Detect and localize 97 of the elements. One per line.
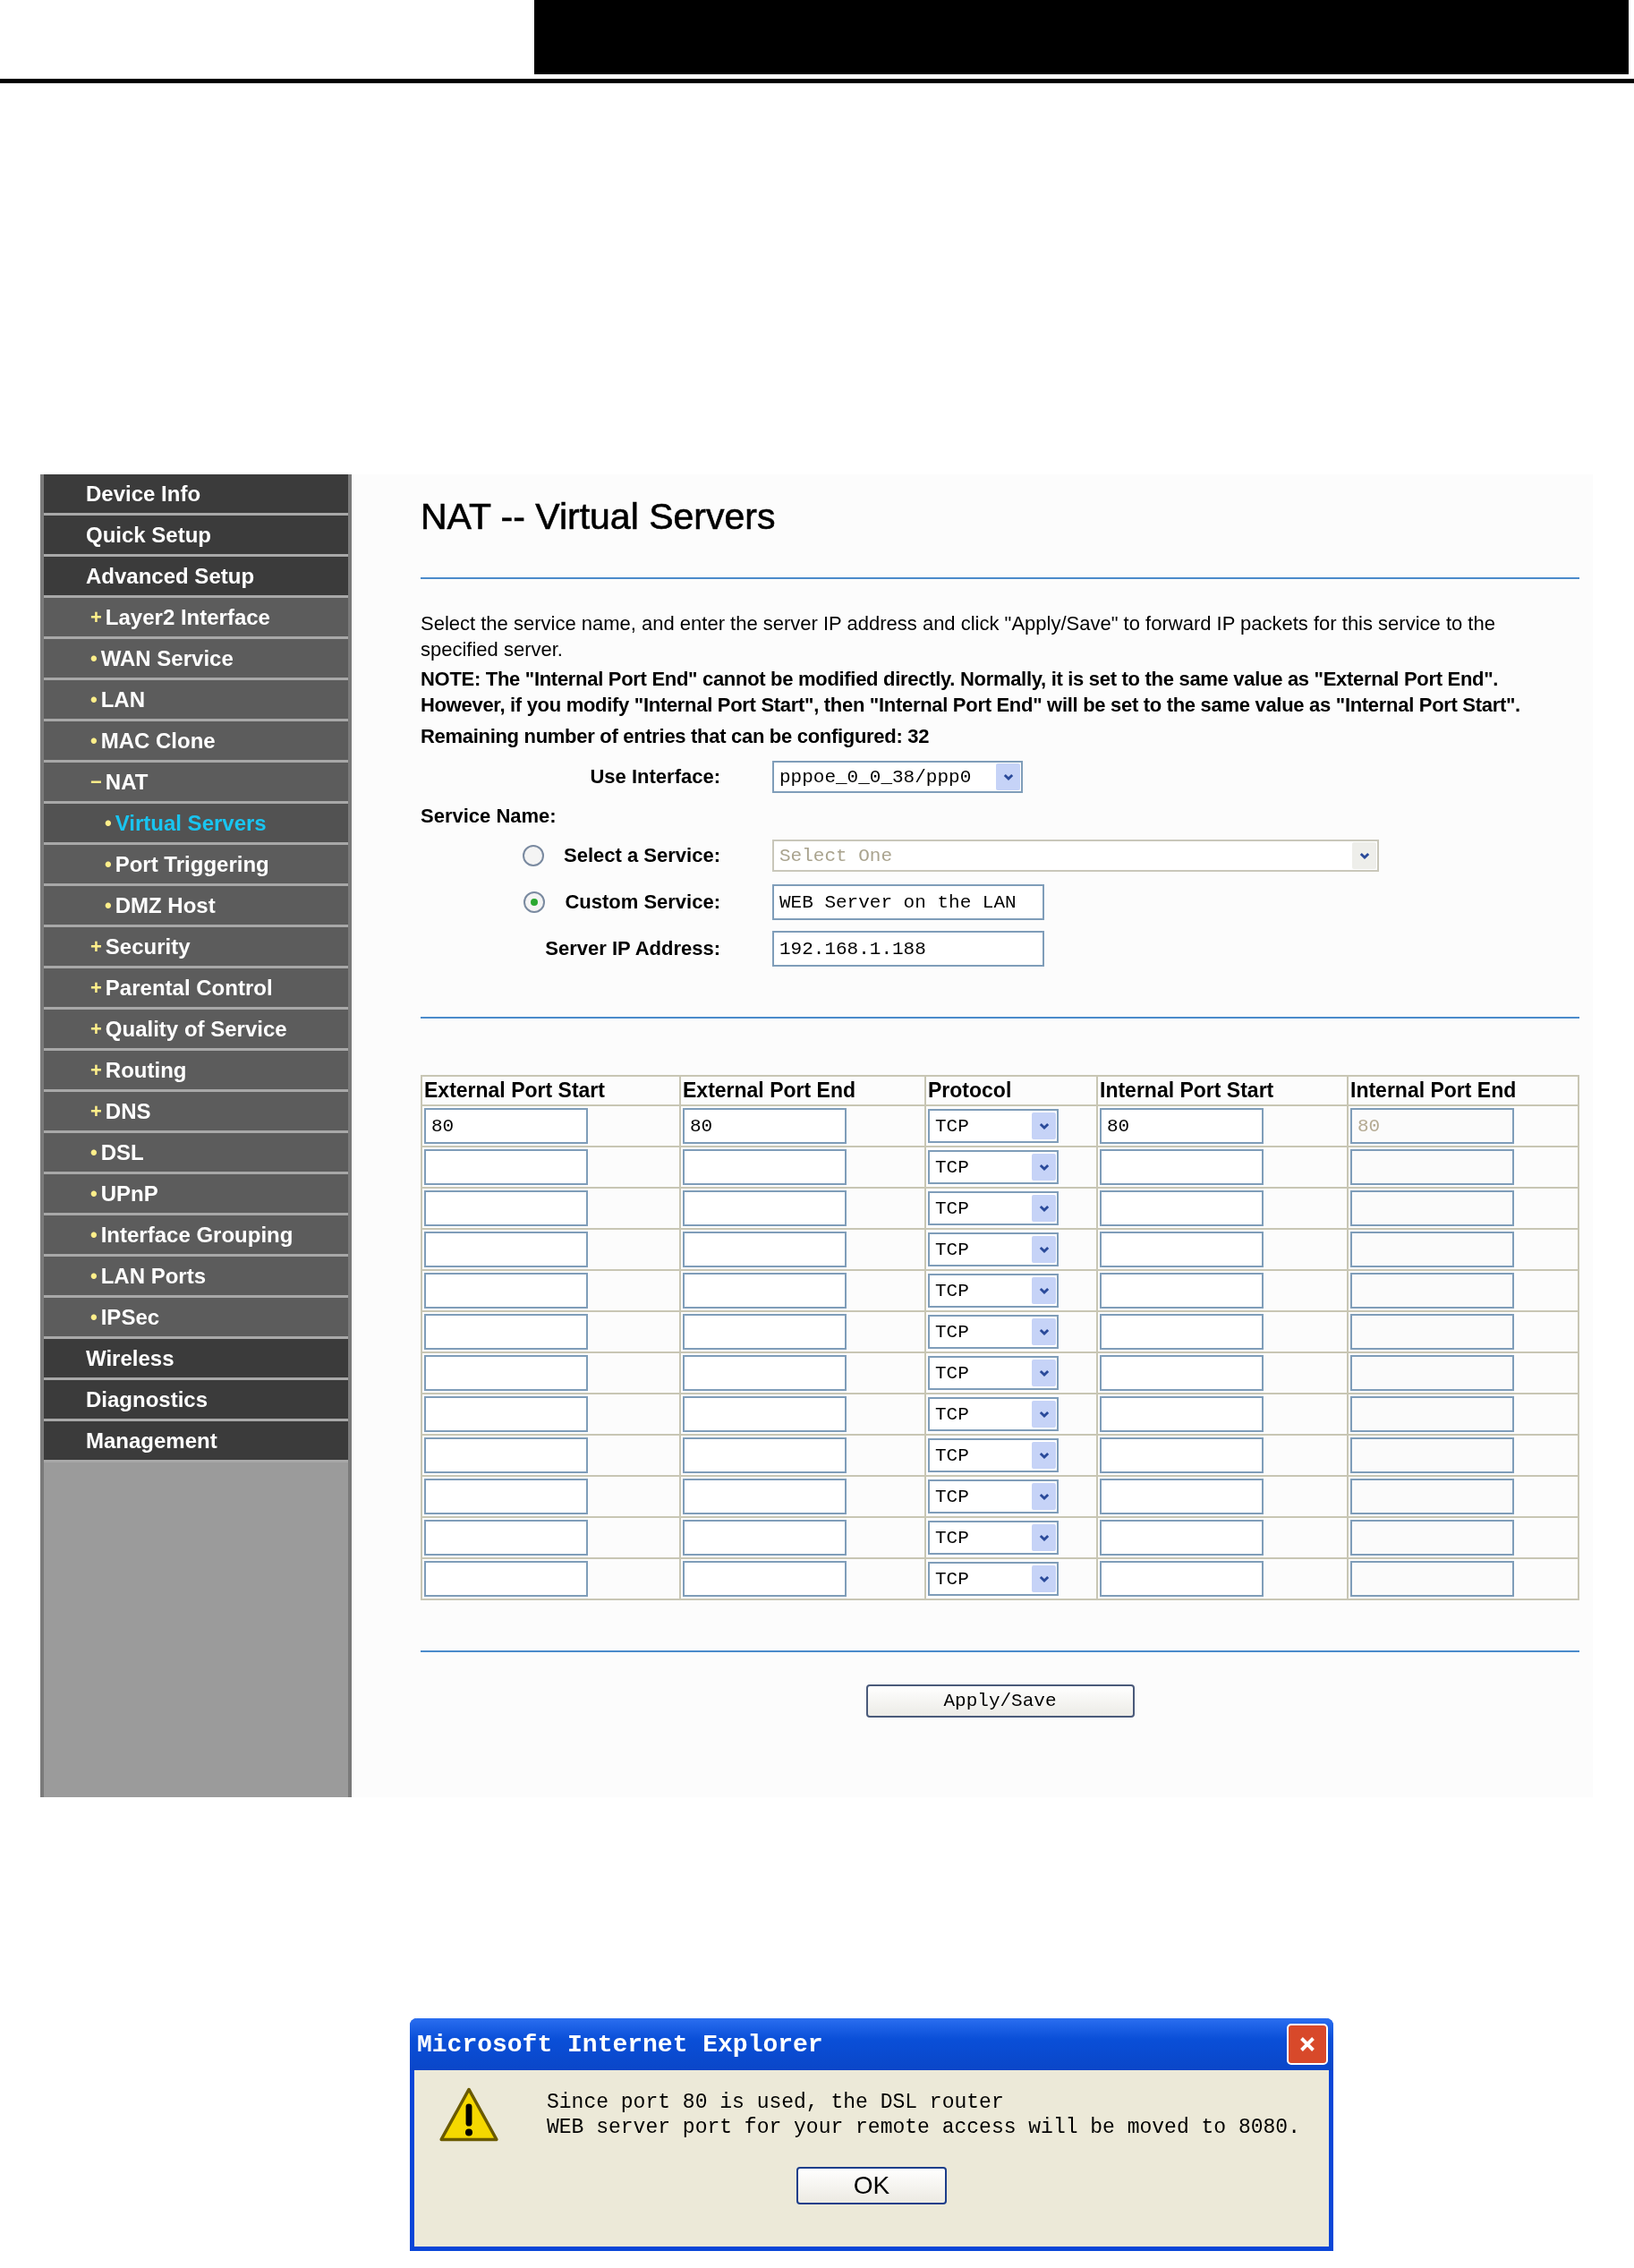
- sidebar-item[interactable]: + Quality of Service: [44, 1010, 348, 1051]
- sidebar-item[interactable]: • LAN: [44, 680, 348, 721]
- sidebar-item[interactable]: • WAN Service: [44, 639, 348, 680]
- port-field[interactable]: [683, 1437, 847, 1473]
- protocol-dropdown[interactable]: TCP: [928, 1150, 1059, 1184]
- port-field[interactable]: [424, 1561, 588, 1597]
- port-field[interactable]: [1100, 1479, 1264, 1514]
- port-field[interactable]: [1100, 1561, 1264, 1597]
- field-label: Use Interface:: [590, 765, 720, 789]
- sidebar-item[interactable]: • Port Triggering: [44, 845, 348, 886]
- apply-save-button[interactable]: Apply/Save: [865, 1684, 1135, 1718]
- column-header: External Port End: [680, 1076, 925, 1105]
- radio-button[interactable]: [523, 891, 546, 913]
- port-field[interactable]: [424, 1149, 588, 1185]
- field-label: Custom Service:: [565, 891, 720, 914]
- port-field[interactable]: [683, 1479, 847, 1514]
- column-header: Internal Port End: [1348, 1076, 1579, 1105]
- port-field[interactable]: 80: [424, 1108, 588, 1144]
- protocol-dropdown[interactable]: TCP: [928, 1315, 1059, 1349]
- warning-icon: [438, 2086, 500, 2144]
- port-field[interactable]: [1100, 1437, 1264, 1473]
- port-field[interactable]: [424, 1232, 588, 1267]
- sidebar-item[interactable]: • DSL: [44, 1133, 348, 1174]
- sidebar-item[interactable]: + Layer2 Interface: [44, 598, 348, 639]
- protocol-dropdown[interactable]: TCP: [928, 1479, 1059, 1513]
- protocol-dropdown[interactable]: TCP: [928, 1109, 1059, 1143]
- port-field[interactable]: [683, 1520, 847, 1556]
- sidebar-item[interactable]: Wireless: [44, 1339, 348, 1380]
- port-field[interactable]: [683, 1561, 847, 1597]
- sidebar-item[interactable]: Device Info: [44, 474, 348, 516]
- port-field[interactable]: [1100, 1396, 1264, 1432]
- port-field[interactable]: [424, 1273, 588, 1309]
- port-field[interactable]: [683, 1190, 847, 1226]
- port-field[interactable]: [683, 1232, 847, 1267]
- sidebar-item[interactable]: Management: [44, 1421, 348, 1462]
- sidebar-item[interactable]: • DMZ Host: [44, 886, 348, 927]
- field-label: Server IP Address:: [545, 937, 720, 960]
- port-field[interactable]: [683, 1314, 847, 1350]
- sidebar-item[interactable]: + DNS: [44, 1092, 348, 1133]
- port-field[interactable]: [683, 1355, 847, 1391]
- port-field[interactable]: 80: [683, 1108, 847, 1144]
- column-header: Protocol: [925, 1076, 1097, 1105]
- sidebar-item[interactable]: Quick Setup: [44, 516, 348, 557]
- port-field[interactable]: [424, 1396, 588, 1432]
- sidebar-item[interactable]: • MAC Clone: [44, 721, 348, 763]
- protocol-dropdown[interactable]: TCP: [928, 1562, 1059, 1596]
- protocol-dropdown[interactable]: TCP: [928, 1191, 1059, 1225]
- sidebar-item[interactable]: • UPnP: [44, 1174, 348, 1215]
- sidebar-item[interactable]: Advanced Setup: [44, 557, 348, 598]
- sidebar-item[interactable]: − NAT: [44, 763, 348, 804]
- column-header: Internal Port Start: [1097, 1076, 1348, 1105]
- port-field[interactable]: [1100, 1149, 1264, 1185]
- port-field[interactable]: [1100, 1190, 1264, 1226]
- port-field[interactable]: [1100, 1520, 1264, 1556]
- page-title: NAT -- Virtual Servers: [421, 495, 777, 539]
- sidebar-item[interactable]: + Parental Control: [44, 968, 348, 1010]
- port-field[interactable]: [1100, 1232, 1264, 1267]
- protocol-dropdown[interactable]: TCP: [928, 1274, 1059, 1308]
- protocol-dropdown[interactable]: TCP: [928, 1438, 1059, 1472]
- description-text: Select the service name, and enter the server IP address and click "Apply/Save" to forward IP packets for this service to the specified server.: [421, 611, 1496, 662]
- protocol-dropdown[interactable]: TCP: [928, 1356, 1059, 1390]
- dialog-title: Microsoft Internet Explorer: [417, 2030, 823, 2059]
- field-label: Select a Service:: [564, 844, 720, 867]
- port-field[interactable]: [424, 1520, 588, 1556]
- section-label: Service Name:: [421, 805, 557, 828]
- sidebar-item[interactable]: • IPSec: [44, 1298, 348, 1339]
- interface-dropdown[interactable]: pppoe_0_0_38/ppp0: [772, 761, 1023, 793]
- custom-service-field[interactable]: WEB Server on the LAN: [772, 884, 1044, 920]
- protocol-dropdown[interactable]: TCP: [928, 1397, 1059, 1431]
- column-header: External Port Start: [421, 1076, 680, 1105]
- protocol-dropdown[interactable]: TCP: [928, 1521, 1059, 1555]
- port-field[interactable]: [424, 1314, 588, 1350]
- close-icon[interactable]: [1287, 2024, 1328, 2065]
- port-field[interactable]: [424, 1355, 588, 1391]
- dialog-message: WEB server port for your remote access will be moved to 8080.: [547, 2115, 1300, 2140]
- port-field[interactable]: [424, 1437, 588, 1473]
- port-field[interactable]: [424, 1190, 588, 1226]
- sidebar-item[interactable]: • LAN Ports: [44, 1257, 348, 1298]
- port-field[interactable]: [1100, 1314, 1264, 1350]
- note-text: NOTE: The "Internal Port End" cannot be modified directly. Normally, it is set to the same value as "External Port End". However, if you modify "Internal Port Start", then "Internal Port End" will be set to the same value as "Internal Port Start".: [421, 667, 1521, 718]
- port-field[interactable]: [683, 1273, 847, 1309]
- remaining-entries-text: Remaining number of entries that can be configured: 32: [421, 725, 931, 748]
- sidebar-item[interactable]: • Virtual Servers: [44, 804, 348, 845]
- protocol-dropdown[interactable]: TCP: [928, 1232, 1059, 1266]
- port-field[interactable]: [1100, 1273, 1264, 1309]
- dialog-message: Since port 80 is used, the DSL router: [547, 2090, 1005, 2115]
- ok-button[interactable]: OK: [796, 2167, 947, 2204]
- ip-address-field[interactable]: 192.168.1.188: [772, 931, 1044, 967]
- port-field[interactable]: [424, 1479, 588, 1514]
- sidebar-item[interactable]: + Routing: [44, 1051, 348, 1092]
- port-field[interactable]: [683, 1396, 847, 1432]
- port-field[interactable]: 80: [1100, 1108, 1264, 1144]
- port-field[interactable]: [1100, 1355, 1264, 1391]
- port-field[interactable]: [683, 1149, 847, 1185]
- sidebar-item[interactable]: • Interface Grouping: [44, 1215, 348, 1257]
- sidebar-item[interactable]: Diagnostics: [44, 1380, 348, 1421]
- sidebar-item[interactable]: + Security: [44, 927, 348, 968]
